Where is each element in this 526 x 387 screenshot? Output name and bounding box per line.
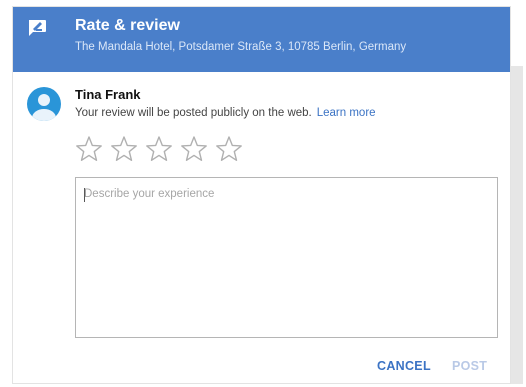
cancel-button[interactable]: CANCEL [377,359,431,373]
scrollbar-track[interactable] [511,66,523,384]
learn-more-link[interactable]: Learn more [317,107,376,119]
notice-text: Your review will be posted publicly on t… [75,107,312,119]
account-avatar-icon [27,87,61,121]
rate-review-dialog: Rate & review The Mandala Hotel, Potsdam… [12,6,511,384]
user-name: Tina Frank [75,87,141,102]
star-outline-icon[interactable] [75,135,103,163]
star-rating [75,135,243,163]
dialog-title: Rate & review [75,17,180,34]
star-outline-icon[interactable] [110,135,138,163]
post-button[interactable]: POST [452,359,487,373]
dialog-header: Rate & review The Mandala Hotel, Potsdam… [13,7,510,72]
star-outline-icon[interactable] [180,135,208,163]
star-outline-icon[interactable] [215,135,243,163]
star-outline-icon[interactable] [145,135,173,163]
review-textarea-box [75,177,498,338]
screen: Rate & review The Mandala Hotel, Potsdam… [0,0,526,387]
public-posting-notice: Your review will be posted publicly on t… [75,107,376,119]
review-textarea[interactable] [76,178,497,337]
place-address: The Mandala Hotel, Potsdamer Straße 3, 1… [75,41,407,53]
rate-review-icon [29,20,46,36]
